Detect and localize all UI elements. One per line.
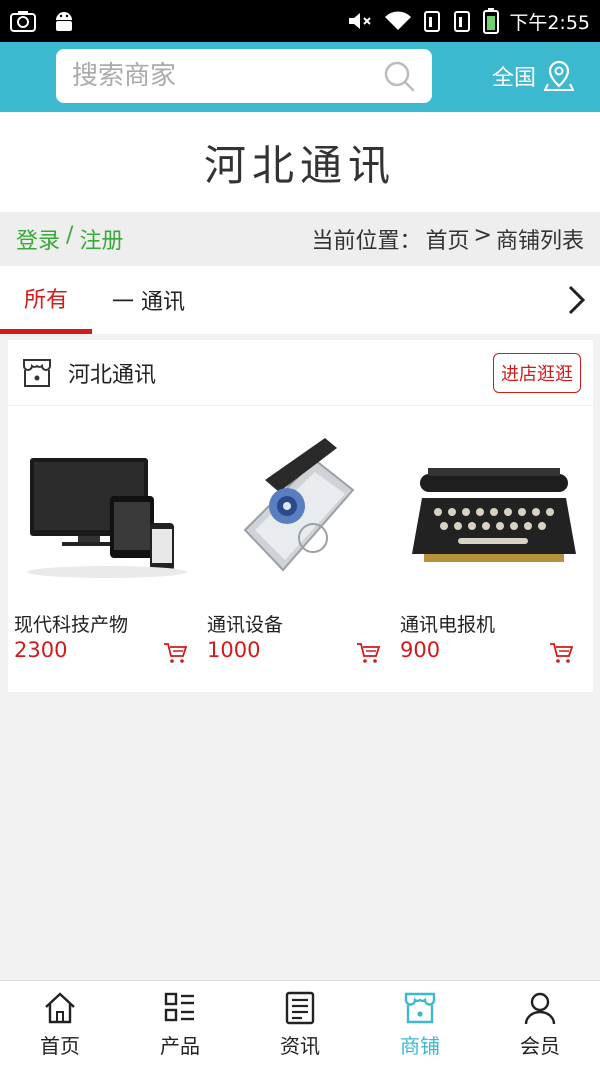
search-box[interactable]: [56, 49, 432, 103]
signal-1-icon: [424, 11, 441, 32]
nav-label: 首页: [40, 1033, 80, 1058]
top-header: 全国: [0, 42, 600, 112]
signal-2-icon: [454, 11, 471, 32]
cart-icon[interactable]: [356, 642, 380, 664]
nav-products[interactable]: 产品: [120, 981, 240, 1067]
product-price: 2300: [14, 638, 68, 662]
product-price: 1000: [207, 638, 261, 662]
shop-name[interactable]: 河北通讯: [68, 357, 156, 389]
visit-shop-button[interactable]: 进店逛逛: [493, 352, 581, 393]
shop-banner: 河北通讯: [0, 112, 600, 212]
region-selector[interactable]: 全国: [492, 56, 575, 96]
register-link[interactable]: 注册: [79, 223, 123, 255]
shop-card-header: 河北通讯 进店逛逛: [8, 340, 593, 406]
cart-icon[interactable]: [549, 642, 573, 664]
product-list: 现代科技产物 2300 通讯设备 1000 通讯电报机 900: [8, 420, 593, 680]
search-input[interactable]: [72, 49, 372, 103]
bottom-nav: 首页 产品 资讯 商铺 会员: [0, 980, 600, 1067]
shop-card: 河北通讯 进店逛逛 现代科技产物 2300 通讯设备 1000 通讯电报机 90…: [8, 340, 593, 692]
nav-label: 商铺: [400, 1033, 440, 1058]
product-name[interactable]: 现代科技产物: [14, 610, 128, 637]
wifi-icon: [385, 11, 412, 30]
category-tabs: 所有 一 通讯: [0, 266, 600, 334]
breadcrumb-home[interactable]: 首页: [426, 223, 470, 255]
nav-member[interactable]: 会员: [480, 981, 600, 1067]
product-item[interactable]: 现代科技产物 2300: [8, 420, 201, 680]
home-icon: [45, 991, 75, 1023]
nav-news[interactable]: 资讯: [240, 981, 360, 1067]
product-image-telegraph-machine[interactable]: [398, 420, 584, 606]
status-bar: 下午2:55: [0, 0, 600, 42]
screenshot-icon: [10, 11, 36, 32]
android-icon: [56, 12, 72, 31]
storefront-icon: [23, 358, 51, 387]
product-name[interactable]: 通讯设备: [207, 610, 283, 637]
region-label: 全国: [492, 66, 537, 91]
search-icon[interactable]: [382, 59, 416, 93]
tab-communication[interactable]: 一 通讯: [112, 266, 185, 334]
nav-label: 会员: [520, 1033, 560, 1058]
product-price: 900: [400, 638, 441, 662]
tab-all[interactable]: 所有: [0, 266, 92, 334]
login-bar: 登录 / 注册 当前位置： 首页 > 商铺列表: [0, 212, 600, 266]
user-icon: [524, 992, 556, 1024]
cart-icon[interactable]: [163, 642, 187, 664]
nav-shops[interactable]: 商铺: [360, 981, 480, 1067]
product-item[interactable]: 通讯电报机 900: [394, 420, 587, 680]
battery-icon: [483, 8, 500, 34]
page-title: 河北通讯: [203, 140, 396, 190]
clock: 下午2:55: [509, 11, 590, 34]
product-image-communication-device[interactable]: [205, 420, 391, 606]
news-icon: [285, 991, 315, 1024]
shop-icon: [404, 992, 436, 1023]
breadcrumb-current: 商铺列表: [495, 229, 584, 254]
nav-label: 资讯: [280, 1033, 320, 1058]
breadcrumb-prefix: 当前位置：: [311, 229, 422, 254]
product-image-tech-devices[interactable]: [12, 420, 198, 606]
grid-list-icon: [164, 992, 194, 1021]
product-item[interactable]: 通讯设备 1000: [201, 420, 394, 680]
nav-home[interactable]: 首页: [0, 981, 120, 1067]
product-name[interactable]: 通讯电报机: [400, 610, 495, 637]
mute-icon: [349, 13, 372, 29]
login-separator: /: [66, 223, 74, 248]
breadcrumb-arrow: >: [473, 223, 492, 248]
nav-label: 产品: [160, 1033, 200, 1058]
breadcrumb: 当前位置： 首页 > 商铺列表: [312, 223, 584, 255]
location-pin-icon: [544, 60, 575, 91]
login-link[interactable]: 登录: [16, 223, 60, 255]
chevron-right-icon[interactable]: [564, 284, 588, 316]
